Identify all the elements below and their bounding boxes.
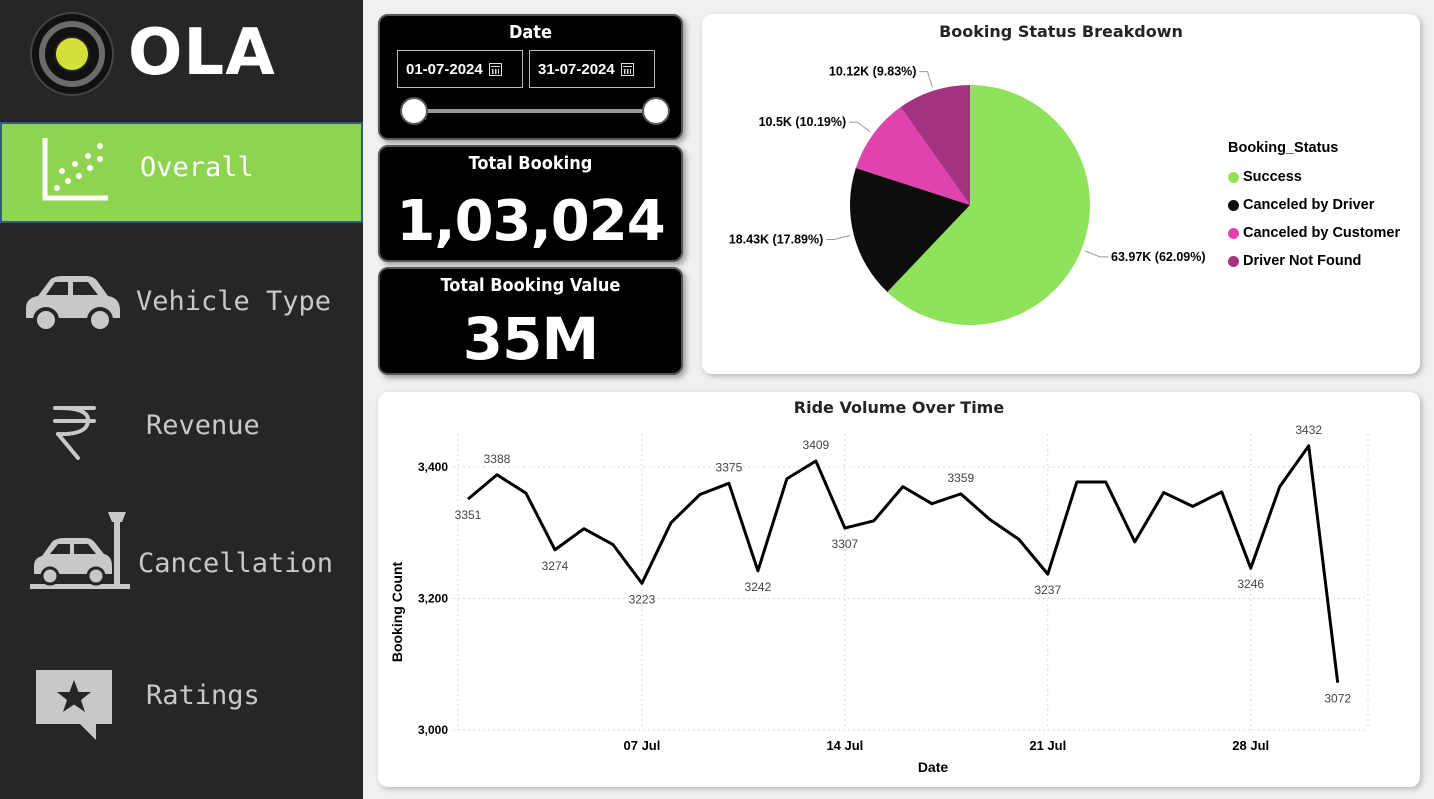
slider-handle-start[interactable] xyxy=(400,97,428,125)
legend-label: Canceled by Driver xyxy=(1243,197,1375,213)
pie-data-label: 10.12K (9.83%) xyxy=(829,65,917,79)
nav-item-revenue[interactable]: Revenue xyxy=(0,392,363,472)
legend-item-canceled-by-customer[interactable]: Canceled by Customer xyxy=(1228,219,1400,247)
total-booking-value-card: Total Booking Value 35M xyxy=(378,267,683,375)
legend-title: Booking_Status xyxy=(1228,140,1339,156)
nav-label-revenue: Revenue xyxy=(146,410,260,441)
line-data-label: 3409 xyxy=(803,438,830,452)
line-data-label: 3237 xyxy=(1034,583,1061,597)
star-comment-icon xyxy=(36,670,112,740)
line-data-label: 3388 xyxy=(484,452,511,466)
legend-swatch xyxy=(1228,255,1239,267)
y-tick-label: 3,400 xyxy=(418,460,448,474)
legend-label: Canceled by Customer xyxy=(1243,225,1401,241)
end-date-value: 31-07-2024 xyxy=(538,60,615,78)
car-icon xyxy=(26,276,120,333)
car-crash-icon xyxy=(30,512,130,589)
nav-label-cancellation: Cancellation xyxy=(138,548,334,579)
slider-handle-end[interactable] xyxy=(642,97,670,125)
x-tick-label: 14 Jul xyxy=(826,738,863,753)
pie-data-label: 18.43K (17.89%) xyxy=(729,232,824,246)
line-data-label: 3432 xyxy=(1295,423,1322,437)
legend-swatch xyxy=(1228,171,1239,183)
nav-item-overall[interactable]: Overall xyxy=(0,122,363,223)
legend-swatch xyxy=(1228,227,1239,239)
calendar-icon[interactable] xyxy=(620,62,634,76)
y-tick-label: 3,200 xyxy=(418,591,448,605)
pie-leader-line xyxy=(919,71,933,88)
line-data-label: 3072 xyxy=(1324,692,1351,706)
nav-item-ratings[interactable]: Ratings xyxy=(0,660,363,740)
line-data-label: 3307 xyxy=(832,537,859,551)
date-range-slider[interactable] xyxy=(414,109,656,113)
logo-text: OLA xyxy=(128,16,276,90)
pie-leader-line xyxy=(1084,250,1109,258)
x-tick-label: 21 Jul xyxy=(1029,738,1066,753)
nav-label-overall: Overall xyxy=(140,152,254,183)
legend-label: Success xyxy=(1243,169,1302,185)
nav-item-cancellation[interactable]: Cancellation xyxy=(0,502,363,602)
pie-data-label: 63.97K (62.09%) xyxy=(1111,250,1206,264)
pie-chart-title: Booking Status Breakdown xyxy=(939,22,1183,41)
legend-item-success[interactable]: Success xyxy=(1228,163,1400,191)
total-booking-value-amount: 35M xyxy=(462,305,599,373)
ola-logo: OLA xyxy=(28,12,288,100)
nav-label-vehicle-type: Vehicle Type xyxy=(136,286,332,317)
line-data-label: 3274 xyxy=(542,559,569,573)
line-data-label: 3359 xyxy=(947,471,974,485)
legend-item-canceled-by-driver[interactable]: Canceled by Driver xyxy=(1228,191,1400,219)
pie-legend: Booking_Status Success Canceled by Driver… xyxy=(1228,140,1400,275)
scatter-chart-icon xyxy=(42,138,108,201)
start-date-value: 01-07-2024 xyxy=(406,60,483,78)
line-data-label: 3375 xyxy=(716,460,743,474)
start-date-input[interactable]: 01-07-2024 xyxy=(397,50,523,88)
y-axis-title: Booking Count xyxy=(389,562,405,663)
line-chart-title: Ride Volume Over Time xyxy=(793,398,1005,417)
x-tick-label: 07 Jul xyxy=(624,738,661,753)
legend-item-driver-not-found[interactable]: Driver Not Found xyxy=(1228,247,1400,275)
total-booking-card: Total Booking 1,03,024 xyxy=(378,145,683,262)
total-booking-value-title: Total Booking Value xyxy=(440,275,621,296)
pie-data-label: 10.5K (10.19%) xyxy=(759,115,847,129)
line-data-label: 3223 xyxy=(629,592,656,606)
x-tick-label: 28 Jul xyxy=(1232,738,1269,753)
y-tick-label: 3,000 xyxy=(418,723,448,737)
date-slicer-title: Date xyxy=(508,22,553,43)
line-data-label: 3246 xyxy=(1237,577,1264,591)
line-data-label: 3242 xyxy=(745,580,772,594)
line-data-label: 3351 xyxy=(455,508,482,522)
legend-label: Driver Not Found xyxy=(1243,253,1362,269)
calendar-icon[interactable] xyxy=(488,62,502,76)
ride-volume-line-chart: 3,000 3,200 3,400 07 Jul 14 Jul 21 Jul 28 Jul D… xyxy=(389,423,1369,775)
total-booking-title: Total Booking xyxy=(468,153,593,174)
pie-leader-line xyxy=(826,235,850,240)
sidebar: OLA Overall Vehicle Type Revenue Cancell… xyxy=(0,0,363,799)
date-slicer: Date 01-07-2024 31-07-2024 xyxy=(378,14,683,140)
legend-swatch xyxy=(1228,199,1239,211)
x-axis-title: Date xyxy=(918,759,949,775)
booking-status-pie-chart: 63.97K (62.09%) 18.43K (17.89%) 10.5K (10.… xyxy=(729,65,1206,325)
end-date-input[interactable]: 31-07-2024 xyxy=(529,50,655,88)
nav-item-vehicle-type[interactable]: Vehicle Type xyxy=(0,262,363,342)
ride-volume-series-line[interactable] xyxy=(467,444,1340,683)
pie-leader-line xyxy=(849,121,871,133)
total-booking-value: 1,03,024 xyxy=(396,189,665,254)
rupee-icon xyxy=(53,406,96,460)
nav-label-ratings: Ratings xyxy=(146,680,260,711)
